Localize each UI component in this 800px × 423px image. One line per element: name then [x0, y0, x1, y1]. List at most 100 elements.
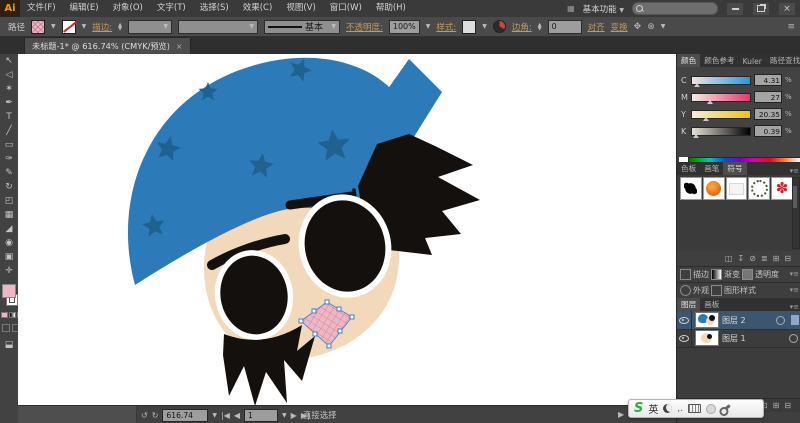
artboard[interactable] [18, 54, 676, 405]
recolor-artwork-icon[interactable] [493, 20, 506, 33]
layer2-thumbnail[interactable] [695, 312, 719, 328]
gradient-mode-button[interactable] [9, 312, 16, 318]
align-link[interactable]: 对齐 [588, 21, 605, 33]
prev-artboard-icon[interactable]: ◀ [234, 411, 240, 420]
ime-language-toggle[interactable]: 英 [648, 401, 658, 416]
layer-row-1[interactable]: 图层 1 [677, 329, 800, 348]
stroke-weight-select[interactable]: ▼ [128, 20, 172, 34]
voice-input-icon[interactable] [706, 404, 716, 414]
opacity-value[interactable]: 100% [389, 20, 420, 34]
scroll-right-icon[interactable]: ▶ [618, 410, 624, 419]
group1-menu-icon[interactable]: ▾≡ [790, 270, 800, 278]
tab-symbols[interactable]: 符号 [723, 162, 746, 175]
symbol-light-sketch[interactable] [726, 177, 748, 200]
tab-layers[interactable]: 图层 [677, 298, 700, 311]
gradient-panel-tab[interactable]: 渐变 [724, 269, 740, 280]
layer1-thumbnail[interactable] [695, 330, 719, 346]
menu-effect[interactable]: 效果(C) [236, 0, 280, 17]
history-forward-icon[interactable]: ↻ [152, 411, 159, 420]
rotate-tool[interactable]: ↻ [0, 180, 18, 194]
zoom-level-value[interactable]: 616.74 [162, 409, 208, 422]
first-artboard-icon[interactable]: |◀ [221, 411, 230, 420]
menu-window[interactable]: 窗口(W) [323, 0, 369, 17]
tab-artboards[interactable]: 画板 [700, 298, 723, 311]
soft-keyboard-icon[interactable] [688, 404, 701, 413]
toolbar-fill-swatch[interactable] [2, 284, 16, 298]
transparency-panel-tab[interactable]: 透明度 [755, 269, 779, 280]
document-close-icon[interactable]: × [176, 42, 183, 51]
symbols-scrollbar[interactable] [792, 177, 800, 249]
paintbrush-tool[interactable]: ✑ [0, 152, 18, 166]
layer2-name[interactable]: 图层 2 [722, 315, 746, 326]
magenta-slider[interactable] [691, 93, 751, 102]
direct-selection-tool[interactable]: ◁ [0, 68, 18, 82]
scale-tool[interactable]: ◰ [0, 194, 18, 208]
fill-color-swatch[interactable] [31, 20, 45, 34]
delete-layer-icon[interactable]: ⊟ [784, 401, 791, 410]
punctuation-toggle-icon[interactable]: ,. [677, 404, 683, 414]
history-back-icon[interactable]: ↺ [141, 411, 148, 420]
isolate-selection-icon[interactable]: ✥ [634, 22, 642, 32]
black-slider[interactable] [691, 127, 751, 136]
tab-pathfinder[interactable]: 路径查找器 [766, 54, 800, 67]
symbol-twig-wreath[interactable] [748, 177, 770, 200]
ime-settings-icon[interactable] [721, 404, 731, 413]
menu-object[interactable]: 对象(O) [106, 0, 150, 17]
stroke-weight-stepper[interactable]: ▲▼ [118, 23, 122, 31]
symbol-ink-splatter[interactable] [680, 177, 702, 200]
style-swatch[interactable] [462, 20, 476, 34]
screen-mode-button[interactable]: ⬓ [0, 338, 18, 352]
minimize-button[interactable] [726, 2, 744, 16]
tab-color[interactable]: 颜色 [677, 54, 700, 67]
menu-select[interactable]: 选择(S) [193, 0, 236, 17]
pencil-tool[interactable]: ✎ [0, 166, 18, 180]
blend-tool[interactable]: ◉ [0, 236, 18, 250]
control-panel-menu-icon[interactable]: ≡ [787, 22, 800, 32]
rectangle-tool[interactable]: ▭ [0, 138, 18, 152]
layer2-visibility-toggle[interactable] [677, 311, 692, 329]
tab-brushes[interactable]: 画笔 [700, 162, 723, 175]
document-tab[interactable]: 未标题-1* @ 616.74% (CMYK/预览) × [24, 37, 191, 54]
place-symbol-icon[interactable]: ↧ [737, 254, 744, 263]
delete-symbol-icon[interactable]: ⊟ [784, 254, 791, 263]
menu-edit[interactable]: 编辑(E) [63, 0, 106, 17]
canvas[interactable] [18, 54, 676, 405]
tab-color-guide[interactable]: 颜色参考 [700, 54, 738, 67]
draw-normal-button[interactable] [2, 324, 10, 332]
symbols-panel-menu-icon[interactable]: ▾≡ [790, 167, 800, 175]
next-artboard-icon[interactable]: ▶ [291, 411, 297, 420]
symbol-red-flower[interactable]: ✽ [771, 177, 793, 200]
mesh-tool[interactable]: ▦ [0, 208, 18, 222]
yellow-value[interactable]: 20.35 [754, 108, 782, 120]
select-similar-icon[interactable]: ⊗ [647, 22, 655, 32]
variable-width-profile-select[interactable]: ▼ [178, 20, 258, 34]
eyedropper-tool[interactable]: ◢ [0, 222, 18, 236]
select-similar-dropdown-icon[interactable]: ▼ [661, 23, 666, 30]
pen-tool[interactable]: ✒ [0, 96, 18, 110]
line-segment-tool[interactable]: ╱ [0, 124, 18, 138]
new-symbol-icon[interactable]: ⊞ [773, 254, 780, 263]
corner-value[interactable]: 0 [548, 20, 582, 34]
stroke-panel-tab[interactable]: 描边 [693, 269, 709, 280]
color-mode-button[interactable] [1, 312, 8, 318]
magenta-value[interactable]: 27 [754, 91, 782, 103]
zoom-dropdown-icon[interactable]: ▼ [212, 412, 217, 419]
symbol-orange-orb[interactable] [703, 177, 725, 200]
stroke-dropdown-icon[interactable]: ▼ [82, 23, 87, 30]
tab-swatches[interactable]: 色板 [677, 162, 700, 175]
opacity-dropdown-icon[interactable]: ▼ [426, 23, 431, 30]
layer1-target-icon[interactable] [789, 334, 798, 343]
moon-mode-icon[interactable] [663, 404, 672, 413]
opacity-panel-link[interactable]: 不透明度: [346, 21, 383, 33]
layer-row-2[interactable]: 图层 2 [677, 311, 800, 330]
type-tool[interactable]: T [0, 110, 18, 124]
transform-link[interactable]: 变换 [611, 21, 628, 33]
layer1-visibility-toggle[interactable] [677, 329, 692, 347]
artboard-dropdown-icon[interactable]: ▼ [282, 412, 287, 419]
symbol-libraries-icon[interactable]: ◫ [725, 254, 733, 263]
group2-menu-icon[interactable]: ▾≡ [790, 286, 800, 294]
graphic-styles-panel-tab[interactable]: 图形样式 [724, 285, 756, 296]
menu-file[interactable]: 文件(F) [20, 0, 63, 17]
close-button[interactable]: × [778, 2, 796, 16]
layers-panel-menu-icon[interactable]: ▾≡ [790, 303, 800, 311]
